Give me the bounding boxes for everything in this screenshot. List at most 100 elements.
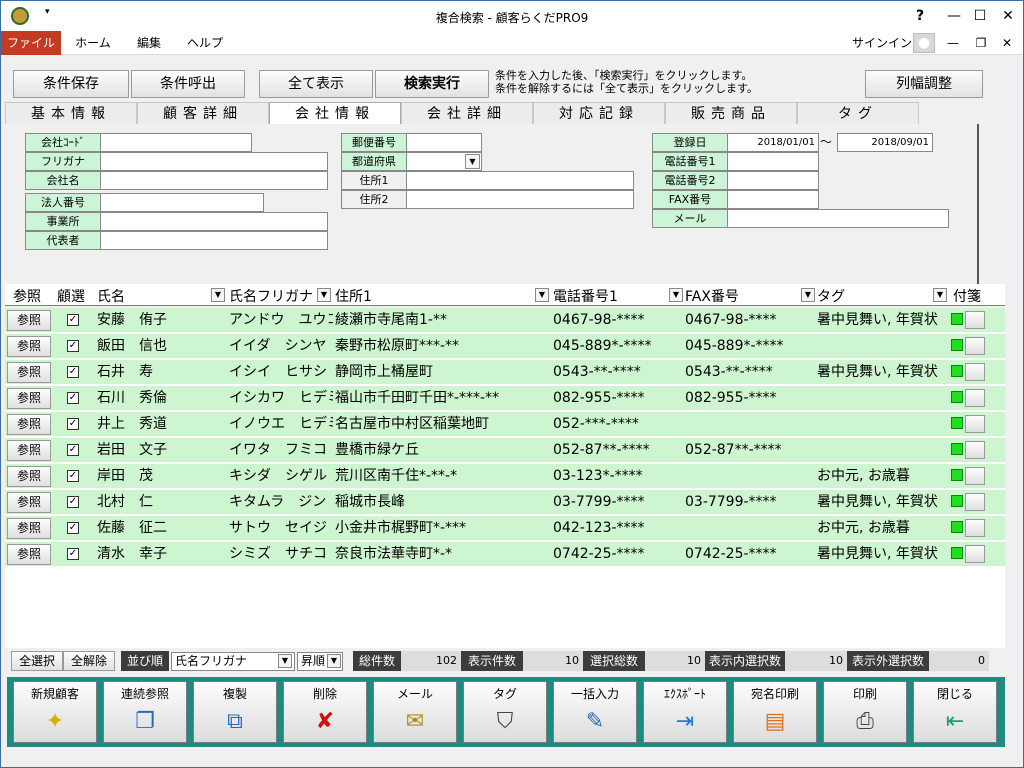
menu-home[interactable]: ホーム <box>67 31 119 55</box>
close-window-button[interactable]: 閉じる ⇤ <box>913 681 997 743</box>
sort-field-chevron-down-icon[interactable]: ▼ <box>278 654 292 668</box>
tab-sold-products[interactable]: 販売商品 <box>665 102 797 124</box>
prefecture-chevron-down-icon[interactable]: ▼ <box>465 154 480 169</box>
row-select-checkbox[interactable]: ✓ <box>67 366 79 378</box>
ribbon-close-icon[interactable]: ✕ <box>999 31 1015 55</box>
menu-edit[interactable]: 編集 <box>125 31 173 55</box>
export-button[interactable]: ｴｸｽﾎﾟｰﾄ ⇥ <box>643 681 727 743</box>
tab-customer-detail[interactable]: 顧客詳細 <box>137 102 269 124</box>
row-select-checkbox[interactable]: ✓ <box>67 470 79 482</box>
fax-filter-chevron-icon[interactable]: ▼ <box>801 288 815 302</box>
sticky-note-button[interactable] <box>965 337 985 355</box>
tag-button[interactable]: タグ ⛉ <box>463 681 547 743</box>
print-button[interactable]: 印刷 ⎙ <box>823 681 907 743</box>
table-row[interactable]: 参照 ✓ 石川 秀倫 イシカワ ヒデミチ福山市千田町千田*-***-** 082-955… <box>5 386 1005 410</box>
row-select-checkbox[interactable]: ✓ <box>67 444 79 456</box>
phone2-input[interactable] <box>727 171 819 190</box>
kana-filter-chevron-icon[interactable]: ▼ <box>317 288 331 302</box>
col-header-tag[interactable]: タグ <box>817 286 845 306</box>
row-reference-button[interactable]: 参照 <box>7 362 51 383</box>
col-header-fax[interactable]: FAX番号 <box>685 286 739 306</box>
mail-input[interactable] <box>727 209 949 228</box>
row-select-checkbox[interactable]: ✓ <box>67 418 79 430</box>
help-button[interactable]: ? <box>903 1 937 31</box>
search-execute-button[interactable]: 検索実行 <box>375 70 489 98</box>
tab-tags[interactable]: タグ <box>797 102 919 124</box>
tab-contact-record[interactable]: 対応記録 <box>533 102 665 124</box>
row-reference-button[interactable]: 参照 <box>7 518 51 539</box>
sticky-note-button[interactable] <box>965 311 985 329</box>
sticky-note-button[interactable] <box>965 389 985 407</box>
ribbon-restore-icon[interactable]: ❐ <box>973 31 989 55</box>
row-reference-button[interactable]: 参照 <box>7 544 51 565</box>
phone-filter-chevron-icon[interactable]: ▼ <box>669 288 683 302</box>
address-filter-chevron-icon[interactable]: ▼ <box>535 288 549 302</box>
col-header-name[interactable]: 氏名 <box>97 286 125 306</box>
table-row[interactable]: 参照 ✓ 安藤 侑子 アンドウ ユウコ 綾瀬市寺尾南1-** 0467-98-**** 04… <box>5 308 1005 332</box>
select-all-button[interactable]: 全選択 <box>11 651 63 671</box>
sticky-note-button[interactable] <box>965 415 985 433</box>
office-input[interactable] <box>100 212 328 231</box>
company-name-input[interactable] <box>100 171 328 190</box>
reg-date-from-input[interactable]: 2018/01/01 <box>727 133 819 152</box>
close-button[interactable]: ✕ <box>991 1 1024 31</box>
phone1-input[interactable] <box>727 152 819 171</box>
avatar[interactable]: ● <box>913 33 935 53</box>
sticky-note-button[interactable] <box>965 493 985 511</box>
delete-button[interactable]: 削除 ✘ <box>283 681 367 743</box>
sticky-note-button[interactable] <box>965 545 985 563</box>
deselect-all-button[interactable]: 全解除 <box>63 651 115 671</box>
table-row[interactable]: 参照 ✓ 飯田 信也 イイダ シンヤ 秦野市松原町***-** 045-889*-****… <box>5 334 1005 358</box>
row-reference-button[interactable]: 参照 <box>7 310 51 331</box>
row-reference-button[interactable]: 参照 <box>7 466 51 487</box>
mail-button[interactable]: メール ✉ <box>373 681 457 743</box>
ribbon-minimize-icon[interactable]: — <box>945 31 961 55</box>
sticky-note-button[interactable] <box>965 519 985 537</box>
col-header-kana[interactable]: 氏名フリガナ <box>229 286 313 306</box>
table-row[interactable]: 参照 ✓ 佐藤 征二 サトウ セイジ 小金井市梶野町*-*** 042-123-**** お… <box>5 516 1005 540</box>
table-row[interactable]: 参照 ✓ 井上 秀道 イノウエ ヒデミチ名古屋市中村区稲葉地町 052-***-**** <box>5 412 1005 436</box>
sticky-note-button[interactable] <box>965 363 985 381</box>
table-row[interactable]: 参照 ✓ 岸田 茂 キシダ シゲル 荒川区南千住*-**-* 03-123*-**** お中… <box>5 464 1005 488</box>
col-header-address[interactable]: 住所1 <box>335 286 372 306</box>
furigana-input[interactable] <box>100 152 328 171</box>
signin-link[interactable]: サインイン <box>851 31 913 55</box>
bulk-input-button[interactable]: 一括入力 ✎ <box>553 681 637 743</box>
address1-input[interactable] <box>406 171 634 190</box>
reg-date-to-input[interactable]: 2018/09/01 <box>837 133 933 152</box>
column-adjust-button[interactable]: 列幅調整 <box>865 70 983 98</box>
sort-direction-chevron-down-icon[interactable]: ▼ <box>327 654 341 668</box>
tag-filter-chevron-icon[interactable]: ▼ <box>933 288 947 302</box>
sticky-note-button[interactable] <box>965 467 985 485</box>
row-select-checkbox[interactable]: ✓ <box>67 340 79 352</box>
row-select-checkbox[interactable]: ✓ <box>67 522 79 534</box>
recall-conditions-button[interactable]: 条件呼出 <box>131 70 245 98</box>
table-row[interactable]: 参照 ✓ 岩田 文子 イワタ フミコ 豊橋市緑ケ丘 052-87**-**** 052-87… <box>5 438 1005 462</box>
tab-company-detail[interactable]: 会社詳細 <box>401 102 533 124</box>
row-select-checkbox[interactable]: ✓ <box>67 314 79 326</box>
row-reference-button[interactable]: 参照 <box>7 492 51 513</box>
address-print-button[interactable]: 宛名印刷 ▤ <box>733 681 817 743</box>
menu-help[interactable]: ヘルプ <box>179 31 231 55</box>
tab-company-info[interactable]: 会社情報 <box>269 102 401 124</box>
company-code-input[interactable] <box>100 133 252 152</box>
sticky-note-button[interactable] <box>965 441 985 459</box>
continuous-view-button[interactable]: 連続参照 ❐ <box>103 681 187 743</box>
row-reference-button[interactable]: 参照 <box>7 440 51 461</box>
save-conditions-button[interactable]: 条件保存 <box>13 70 129 98</box>
tab-basic-info[interactable]: 基本情報 <box>5 102 137 124</box>
address2-input[interactable] <box>406 190 634 209</box>
representative-input[interactable] <box>100 231 328 250</box>
table-row[interactable]: 参照 ✓ 清水 幸子 シミズ サチコ 奈良市法華寺町*-* 0742-25-**** 074… <box>5 542 1005 566</box>
col-header-phone[interactable]: 電話番号1 <box>553 286 618 306</box>
row-reference-button[interactable]: 参照 <box>7 336 51 357</box>
sort-field-select[interactable]: 氏名フリガナ <box>171 652 295 671</box>
row-select-checkbox[interactable]: ✓ <box>67 496 79 508</box>
corp-number-input[interactable] <box>100 193 264 212</box>
table-row[interactable]: 参照 ✓ 北村 仁 キタムラ ジン 稲城市長峰 03-7799-**** 03-7799-*… <box>5 490 1005 514</box>
row-reference-button[interactable]: 参照 <box>7 388 51 409</box>
name-filter-chevron-icon[interactable]: ▼ <box>211 288 225 302</box>
menu-file[interactable]: ファイル <box>1 31 61 55</box>
show-all-button[interactable]: 全て表示 <box>259 70 373 98</box>
row-select-checkbox[interactable]: ✓ <box>67 548 79 560</box>
